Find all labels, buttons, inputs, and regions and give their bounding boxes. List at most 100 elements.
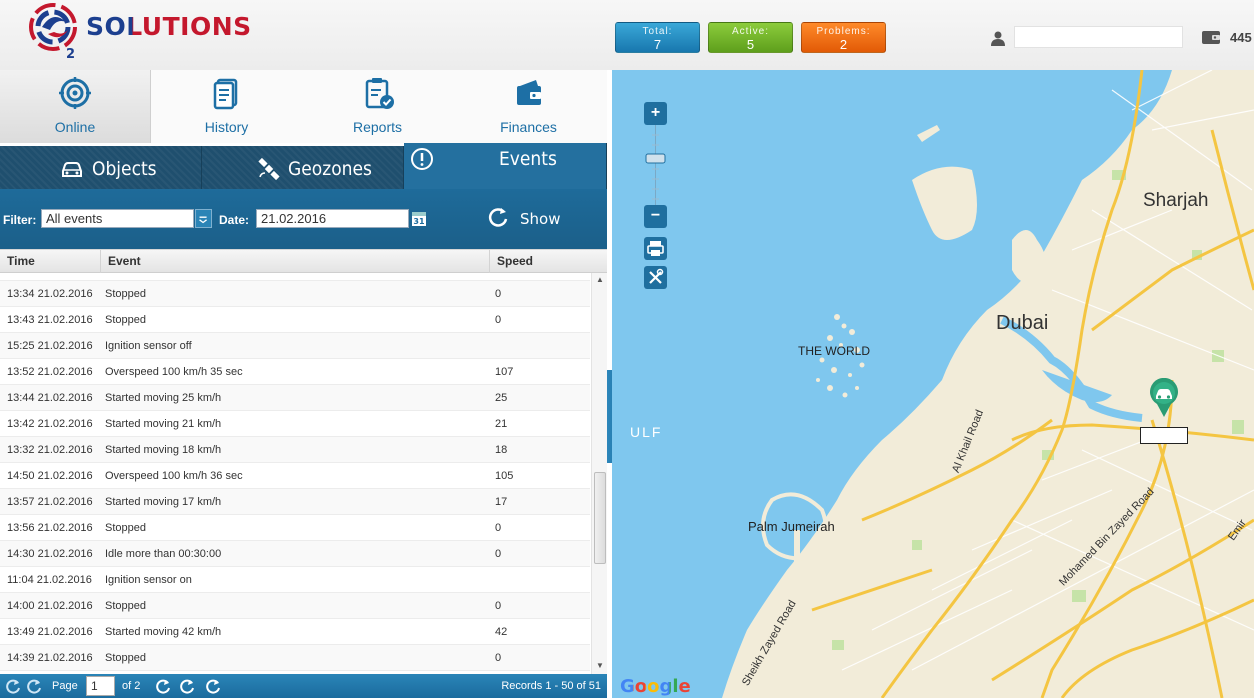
logo: 2 SOLUTIONS — [28, 2, 251, 62]
zoom-in-button[interactable]: + — [644, 102, 667, 125]
tools-button[interactable] — [644, 266, 667, 289]
scroll-down-icon[interactable]: ▼ — [595, 661, 605, 670]
cell-event: Started moving 18 km/h — [105, 444, 222, 456]
tab-finances-label: Finances — [500, 119, 557, 135]
active-counter-value: 5 — [746, 37, 755, 52]
last-page-icon[interactable] — [179, 678, 195, 694]
table-row[interactable]: 13:49 21.02.2016 Started moving 42 km/h 42 — [0, 619, 590, 645]
cell-speed: 18 — [495, 444, 508, 456]
column-header-speed[interactable]: Speed — [490, 250, 607, 274]
table-row[interactable]: 13:57 21.02.2016 Started moving 17 km/h 17 — [0, 489, 590, 515]
table-row[interactable]: 14:39 21.02.2016 Stopped 0 — [0, 645, 590, 671]
cell-speed: 0 — [495, 600, 502, 612]
table-row[interactable]: 13:34 21.02.2016 Stopped 0 — [0, 281, 590, 307]
cell-time: 13:57 21.02.2016 — [7, 496, 93, 508]
refresh-icon — [488, 208, 508, 227]
cell-speed: 0 — [495, 652, 502, 664]
satellite-icon — [258, 157, 280, 181]
user-name-field[interactable] — [1014, 26, 1183, 48]
cell-time: 13:32 21.02.2016 — [7, 444, 93, 456]
cell-event: Ignition sensor off — [105, 340, 192, 352]
map-label-the-world: THE WORLD — [798, 344, 870, 358]
tab-events[interactable]: Events — [404, 143, 607, 189]
map-label-sharjah: Sharjah — [1143, 190, 1209, 211]
filter-bar: Filter: All events Date: 21.02.2016 31 S… — [0, 189, 607, 249]
table-row[interactable]: 14:30 21.02.2016 Idle more than 00:30:00 0 — [0, 541, 590, 567]
map-label-dubai: Dubai — [996, 312, 1049, 334]
cell-speed: 17 — [495, 496, 508, 508]
table-row[interactable]: 15:25 21.02.2016 Ignition sensor off — [0, 333, 590, 359]
cell-time: 13:44 21.02.2016 — [7, 392, 93, 404]
cell-time: 13:56 21.02.2016 — [7, 522, 93, 534]
cell-event: Started moving 42 km/h — [105, 626, 222, 638]
table-row[interactable]: 13:44 21.02.2016 Started moving 25 km/h 25 — [0, 385, 590, 411]
cell-event: Stopped — [105, 600, 146, 612]
date-input[interactable]: 21.02.2016 — [256, 209, 409, 228]
tab-events-label: Events — [499, 148, 557, 170]
prev-page-icon[interactable] — [26, 678, 42, 694]
svg-text:31: 31 — [413, 217, 425, 226]
user-icon[interactable] — [990, 30, 1006, 46]
cell-speed: 21 — [495, 418, 508, 430]
tools-icon — [649, 268, 664, 284]
logo-mark-icon: 2 — [29, 3, 77, 58]
vehicle-label[interactable] — [1140, 427, 1188, 444]
logo-text: SOLUTIONS — [86, 12, 252, 41]
refresh-icon[interactable] — [205, 678, 221, 694]
tab-online[interactable]: Online — [0, 70, 151, 143]
wallet-icon[interactable] — [1201, 29, 1221, 45]
scroll-thumb[interactable] — [594, 472, 606, 564]
wallet-icon — [516, 80, 541, 105]
page-number-input[interactable]: 1 — [86, 676, 115, 696]
tab-geozones[interactable]: Geozones — [202, 146, 404, 189]
cell-time: 13:52 21.02.2016 — [7, 366, 93, 378]
table-row[interactable]: 13:56 21.02.2016 Stopped 0 — [0, 515, 590, 541]
car-icon — [62, 162, 82, 177]
cell-time: 11:04 21.02.2016 — [7, 574, 92, 586]
tab-reports[interactable]: Reports — [302, 70, 453, 143]
next-page-icon[interactable] — [155, 678, 171, 694]
problems-counter[interactable]: Problems: 2 — [801, 22, 886, 53]
table-row[interactable]: 14:00 21.02.2016 Stopped 0 — [0, 593, 590, 619]
event-filter-select[interactable]: All events — [41, 209, 194, 228]
print-button[interactable] — [644, 237, 667, 260]
tab-finances[interactable]: Finances — [453, 70, 604, 143]
column-header-time[interactable]: Time — [0, 250, 101, 274]
tab-history-label: History — [204, 119, 249, 135]
column-header-event[interactable]: Event — [101, 250, 490, 274]
map-label-gulf: ULF — [630, 424, 663, 440]
records-count: Records 1 - 50 of 51 — [501, 680, 601, 692]
filter-dropdown-button[interactable] — [195, 209, 212, 228]
zoom-out-button[interactable]: − — [644, 205, 667, 228]
table-row[interactable]: 14:50 21.02.2016 Overspeed 100 km/h 36 se… — [0, 463, 590, 489]
table-row[interactable] — [0, 273, 590, 281]
cell-speed: 105 — [495, 470, 514, 482]
table-row[interactable]: 13:42 21.02.2016 Started moving 21 km/h 21 — [0, 411, 590, 437]
table-row[interactable]: 11:04 21.02.2016 Ignition sensor on — [0, 567, 590, 593]
first-page-icon[interactable] — [5, 678, 21, 694]
cell-event: Overspeed 100 km/h 36 sec — [105, 470, 243, 482]
tab-geozones-label: Geozones — [288, 158, 372, 180]
tab-objects[interactable]: Objects — [0, 146, 202, 189]
table-row[interactable]: 13:43 21.02.2016 Stopped 0 — [0, 307, 590, 333]
clipboard-check-icon — [365, 78, 394, 109]
cell-time: 14:30 21.02.2016 — [7, 548, 93, 560]
show-button[interactable]: Show — [487, 204, 560, 232]
map-view[interactable]: + − Sharjah Dubai THE WORLD ULF Palm Jum… — [612, 70, 1254, 698]
cell-time: 14:50 21.02.2016 — [7, 470, 93, 482]
cell-time: 13:42 21.02.2016 — [7, 418, 93, 430]
cell-time: 14:00 21.02.2016 — [7, 600, 93, 612]
cell-event: Stopped — [105, 652, 146, 664]
active-counter[interactable]: Active: 5 — [708, 22, 793, 53]
total-counter[interactable]: Total: 7 — [615, 22, 700, 53]
table-row[interactable]: 13:32 21.02.2016 Started moving 18 km/h 18 — [0, 437, 590, 463]
cell-time: 13:49 21.02.2016 — [7, 626, 93, 638]
cell-event: Started moving 21 km/h — [105, 418, 222, 430]
vehicle-marker-icon[interactable] — [1148, 378, 1180, 418]
scroll-up-icon[interactable]: ▲ — [595, 275, 605, 284]
calendar-icon[interactable]: 31 — [411, 209, 427, 227]
table-row[interactable]: 13:52 21.02.2016 Overspeed 100 km/h 35 se… — [0, 359, 590, 385]
problems-counter-label: Problems: — [816, 26, 871, 37]
table-scrollbar[interactable]: ▲ ▼ — [591, 273, 607, 674]
tab-history[interactable]: History — [151, 70, 302, 143]
